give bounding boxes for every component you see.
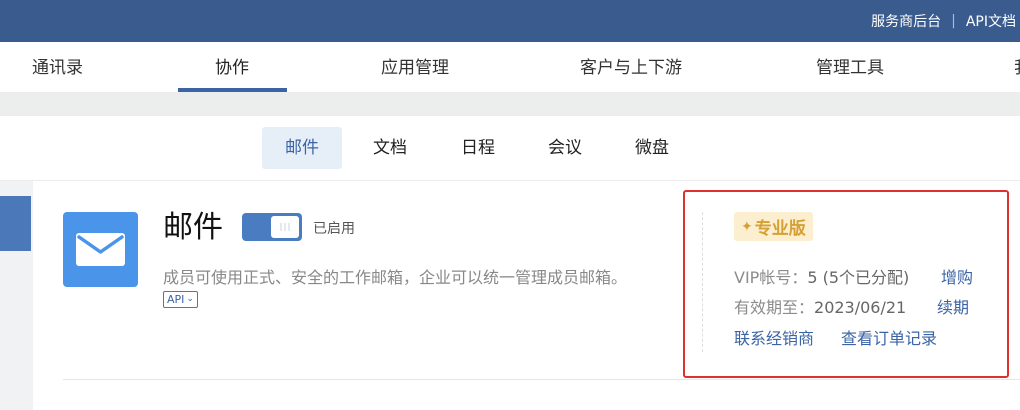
vip-accounts-row: VIP帐号：5 (5个已分配): [734, 264, 909, 288]
toggle-knob: [271, 216, 299, 238]
subtab-docs[interactable]: 文档: [360, 127, 420, 169]
subtab-mail[interactable]: 邮件: [262, 127, 342, 169]
tab-contacts[interactable]: 通讯录: [32, 42, 83, 92]
expiry-row: 有效期至：2023/06/21: [734, 294, 906, 318]
edition-label: 专业版: [754, 219, 806, 239]
app-title: 邮件: [163, 210, 223, 245]
contact-reseller-link[interactable]: 联系经销商: [734, 325, 814, 349]
expiry-value: 2023/06/21: [814, 298, 907, 317]
tab-customers-partners[interactable]: 客户与上下游: [580, 42, 682, 92]
tab-management-tools[interactable]: 管理工具: [816, 42, 884, 92]
view-orders-link[interactable]: 查看订单记录: [841, 325, 937, 349]
toggle-status-label: 已启用: [313, 221, 355, 237]
sparkle-icon: ✦: [741, 218, 753, 235]
vip-label: VIP帐号：: [734, 268, 808, 287]
section-divider: [63, 379, 1020, 380]
api-docs-link[interactable]: API文档: [966, 11, 1016, 31]
edition-badge: ✦ 专业版: [734, 212, 813, 241]
renew-link[interactable]: 续期: [937, 294, 969, 318]
chevron-down-icon: ⌄: [186, 294, 194, 304]
tab-my[interactable]: 我: [1014, 42, 1020, 92]
mail-icon: [63, 212, 138, 287]
header-link-separator: |: [951, 13, 956, 29]
subtab-drive[interactable]: 微盘: [622, 127, 682, 169]
expiry-label: 有效期至：: [734, 298, 815, 317]
sub-nav: 邮件 文档 日程 会议 微盘: [0, 116, 1020, 181]
main-nav: 通讯录 协作 应用管理 客户与上下游 管理工具 我: [0, 42, 1020, 93]
tab-app-management[interactable]: 应用管理: [381, 42, 449, 92]
top-header-bar: 服务商后台 | API文档: [0, 0, 1020, 42]
header-links: 服务商后台 | API文档: [871, 0, 1016, 42]
buy-more-link[interactable]: 增购: [941, 264, 973, 288]
nav-gap: [0, 92, 1020, 116]
service-provider-link[interactable]: 服务商后台: [871, 11, 941, 31]
api-badge-label: API: [167, 293, 185, 306]
enable-toggle[interactable]: [242, 213, 302, 241]
tab-collaboration[interactable]: 协作: [215, 42, 249, 92]
vip-value: 5 (5个已分配): [807, 268, 910, 287]
api-dropdown[interactable]: API ⌄: [163, 291, 198, 308]
subtab-meeting[interactable]: 会议: [535, 127, 595, 169]
sidebar-active-marker: [0, 196, 31, 251]
app-description: 成员可使用正式、安全的工作邮箱，企业可以统一管理成员邮箱。: [163, 268, 628, 287]
subtab-calendar[interactable]: 日程: [448, 127, 508, 169]
